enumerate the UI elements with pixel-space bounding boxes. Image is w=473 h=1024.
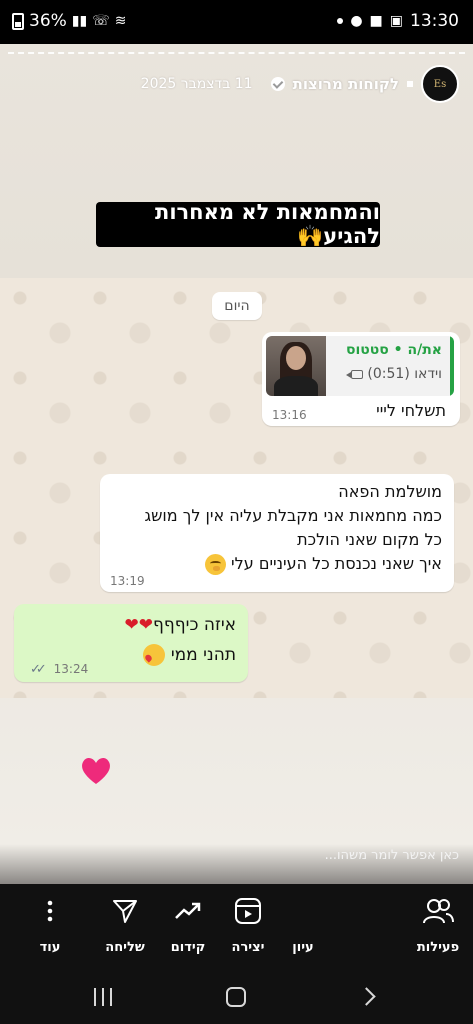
message-status: ✓✓ 13:24: [30, 662, 88, 677]
send-button[interactable]: שליחה: [95, 894, 155, 955]
message-notification-icon: ■: [369, 13, 383, 29]
send-icon: [113, 900, 137, 923]
story-progress-bar: [8, 52, 465, 55]
whatsapp-notification-icon: ●: [350, 13, 363, 29]
message-lines: מושלמת הפאה כמה מחמאות אני מקבלת עליה אי…: [144, 480, 442, 576]
message-line-with-emoji: תהני ממי: [125, 640, 236, 670]
received-message-reply: את/ה • סטטוס וידאו (0:51) תשלחי לייי 13:…: [262, 332, 460, 426]
video-duration: וידאו (0:51): [367, 366, 442, 382]
eye-icon: [273, 894, 333, 928]
message-text: תשלחי לייי: [376, 401, 446, 420]
red-heart-icon: ❤: [138, 615, 154, 635]
message-line: מושלמת הפאה: [338, 482, 442, 501]
browse-label: עיון: [292, 940, 314, 955]
chat-screenshot: היום את/ה • סטטוס וידאו (0:51) תשלחי ליי…: [0, 278, 473, 698]
activity-button[interactable]: פעילות: [408, 894, 468, 955]
more-icon: [47, 900, 53, 922]
battery-level: 36%: [29, 11, 67, 31]
back-icon[interactable]: [357, 987, 376, 1006]
quoted-status: את/ה • סטטוס וידאו (0:51): [266, 336, 454, 396]
send-label: שליחה: [105, 940, 145, 955]
promote-button[interactable]: קידום: [158, 894, 218, 955]
avatar[interactable]: Es: [421, 65, 459, 103]
reply-input[interactable]: כאן אפשר לומר משהו...: [325, 848, 459, 863]
home-icon[interactable]: [226, 987, 246, 1007]
story-caption: והמחמאות לא מאחרות להגיע🙌: [96, 200, 380, 248]
message-time: 13:19: [110, 574, 145, 588]
message-line-with-emoji: איך שאני נכנסת כל העיניים עלי: [144, 552, 442, 576]
message-time: 13:24: [53, 662, 89, 676]
thumbnail-body: [274, 376, 318, 396]
red-heart-icon: ❤: [124, 615, 139, 635]
read-ticks-icon: ✓✓: [30, 662, 47, 677]
story-actions-bar: פעילות עיון יצירה קידום שליחה עוד: [0, 884, 473, 964]
message-time: 13:16: [272, 408, 307, 422]
message-line: כל מקום שאני הולכת: [297, 530, 442, 549]
trend-icon: [175, 902, 201, 919]
quote-author: את/ה • סטטוס: [345, 342, 442, 358]
reels-icon: [235, 898, 261, 924]
thumbnail-face: [286, 346, 306, 370]
received-message: מושלמת הפאה כמה מחמאות אני מקבלת עליה אי…: [100, 474, 454, 592]
sent-message: איזה כיףףף❤❤ תהני ממי ✓✓ 13:24: [14, 604, 248, 682]
message-line: איך שאני נכנסת כל העיניים עלי: [231, 554, 442, 573]
story-header: Es לקוחות מרוצות 11 בדצמבר 2025: [141, 64, 459, 104]
verified-icon: [270, 77, 285, 91]
like-heart-icon[interactable]: [80, 756, 112, 786]
message-line: תהני ממי: [170, 645, 236, 665]
account-type-icon: [407, 81, 413, 87]
create-button[interactable]: יצירה: [218, 894, 278, 955]
quote-subtitle: וידאו (0:51): [346, 366, 442, 382]
status-bar: 36% ▮▮ ☏ ≋ ● ■ ▣ 13:30: [0, 0, 473, 44]
story-date: 11 בדצמבר 2025: [140, 76, 253, 92]
signal-icon: ▮▮: [71, 13, 88, 29]
day-divider: היום: [212, 292, 262, 320]
quote-accent-bar: [450, 336, 454, 396]
notification-dot-icon: [337, 18, 344, 24]
system-nav-bar: [0, 964, 473, 1024]
kiss-emoji-icon: [143, 644, 166, 666]
gallery-notification-icon: ▣: [389, 13, 403, 29]
message-line: איזה כיףףף: [153, 615, 236, 635]
message-line-with-emoji: איזה כיףףף❤❤: [125, 610, 236, 640]
more-button[interactable]: עוד: [20, 894, 80, 955]
battery-icon: [12, 12, 24, 30]
video-thumbnail: [266, 336, 326, 396]
create-label: יצירה: [231, 940, 265, 955]
more-label: עוד: [39, 940, 61, 955]
status-left: 36% ▮▮ ☏ ≋: [12, 11, 126, 31]
story-view[interactable]: Es לקוחות מרוצות 11 בדצמבר 2025 והמחמאות…: [0, 44, 473, 884]
story-author[interactable]: לקוחות מרוצות: [293, 75, 399, 93]
wifi-call-icon: ☏: [92, 13, 110, 29]
people-icon: [423, 899, 454, 924]
activity-label: פעילות: [416, 940, 460, 955]
browse-button[interactable]: עיון: [273, 894, 333, 955]
wifi-icon: ≋: [114, 13, 127, 29]
message-lines: איזה כיףףף❤❤ תהני ממי: [125, 610, 236, 670]
promote-label: קידום: [170, 940, 206, 955]
recents-icon[interactable]: [94, 988, 112, 1006]
giggle-emoji-icon: [204, 554, 226, 575]
status-right: ● ■ ▣ 13:30: [337, 11, 459, 31]
video-camera-icon: [346, 369, 364, 379]
message-line: כמה מחמאות אני מקבלת עליה אין לך מושג: [144, 506, 442, 525]
clock: 13:30: [410, 11, 459, 31]
